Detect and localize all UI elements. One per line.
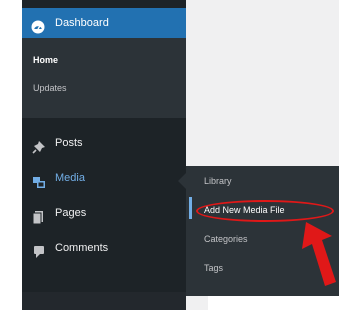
flyout-active-indicator — [189, 197, 192, 219]
sidebar-item-label: Dashboard — [55, 17, 109, 29]
pin-icon — [32, 136, 46, 154]
submenu-item-updates[interactable]: Updates — [33, 83, 67, 93]
sidebar-item-label: Pages — [55, 207, 87, 219]
sidebar-item-comments[interactable]: Comments — [22, 233, 186, 263]
comments-icon — [32, 241, 46, 258]
sidebar-item-pages[interactable]: Pages — [22, 198, 186, 228]
media-icon — [32, 171, 46, 188]
flyout-item-categories[interactable]: Categories — [204, 234, 248, 244]
sidebar-item-label: Media — [55, 172, 85, 184]
flyout-item-tags[interactable]: Tags — [204, 263, 223, 273]
sidebar-item-media[interactable]: Media — [22, 163, 186, 193]
sidebar-bottom-strip — [22, 292, 186, 310]
pages-icon — [32, 206, 46, 225]
dashboard-submenu — [22, 38, 186, 118]
sidebar-item-dashboard[interactable]: Dashboard — [22, 8, 186, 38]
sidebar-item-label: Posts — [55, 137, 83, 149]
red-arrow-icon — [302, 222, 336, 286]
flyout-pointer — [178, 173, 186, 189]
submenu-item-home[interactable]: Home — [33, 55, 58, 65]
flyout-item-library[interactable]: Library — [204, 176, 232, 186]
highlight-oval — [196, 200, 334, 222]
dashboard-icon — [31, 16, 45, 34]
sidebar-item-posts[interactable]: Posts — [22, 128, 186, 158]
sidebar-item-label: Comments — [55, 242, 109, 254]
